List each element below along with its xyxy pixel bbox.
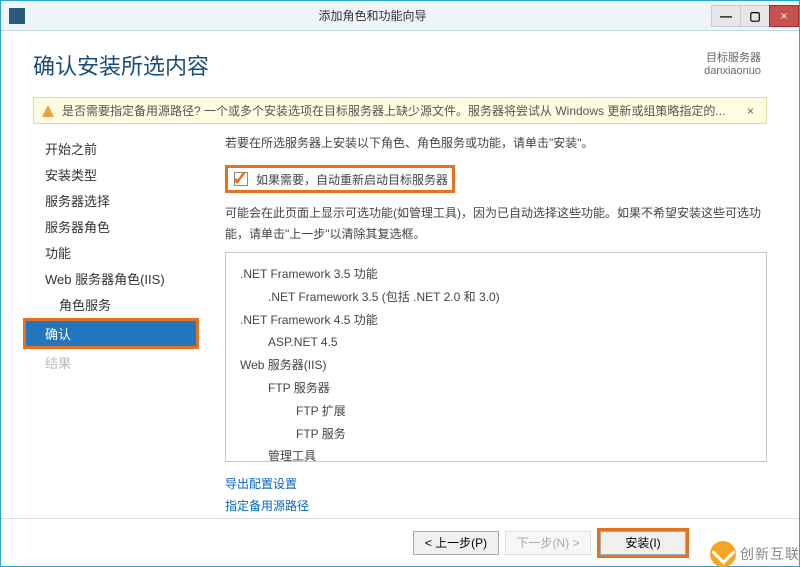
sidebar-item-features[interactable]: 功能 <box>23 240 199 265</box>
feature-item: .NET Framework 4.5 功能 <box>240 309 752 332</box>
wizard-window: 添加角色和功能向导 — ▢ × 确认安装所选内容 目标服务器 danxiaonu… <box>0 0 800 567</box>
install-button-highlight: 安装(I) <box>597 528 689 558</box>
warning-text: 是否需要指定备用源路径? 一个或多个安装选项在目标服务器上缺少源文件。服务器将尝… <box>62 102 743 119</box>
titlebar-buttons: — ▢ × <box>712 5 799 27</box>
sidebar-item-before-begin[interactable]: 开始之前 <box>23 136 199 161</box>
checkbox-checked-icon <box>232 170 250 188</box>
page-title: 确认安装所选内容 <box>33 49 209 81</box>
wizard-header: 确认安装所选内容 目标服务器 danxiaonuo <box>23 31 777 91</box>
main-panel: 若要在所选服务器上安装以下角色、角色服务或功能，请单击"安装"。 如果需要，自动… <box>199 134 767 518</box>
target-server-label: 目标服务器 <box>704 49 761 65</box>
maximize-button[interactable]: ▢ <box>740 5 770 27</box>
content-area: 确认安装所选内容 目标服务器 danxiaonuo 是否需要指定备用源路径? 一… <box>1 31 799 518</box>
titlebar: 添加角色和功能向导 — ▢ × <box>1 1 799 31</box>
close-button[interactable]: × <box>769 5 799 27</box>
features-listbox[interactable]: .NET Framework 3.5 功能 .NET Framework 3.5… <box>225 252 767 462</box>
sidebar-item-install-type[interactable]: 安装类型 <box>23 162 199 187</box>
target-server-info: 目标服务器 danxiaonuo <box>704 49 767 77</box>
sidebar-item-server-roles[interactable]: 服务器角色 <box>23 214 199 239</box>
minimize-button[interactable]: — <box>711 5 741 27</box>
export-config-link[interactable]: 导出配置设置 <box>225 474 767 496</box>
sidebar-item-results: 结果 <box>23 350 199 375</box>
sidebar-item-role-services[interactable]: 角色服务 <box>23 292 199 317</box>
sidebar-item-iis[interactable]: Web 服务器角色(IIS) <box>23 266 199 291</box>
warning-icon <box>42 105 54 117</box>
feature-item: .NET Framework 3.5 (包括 .NET 2.0 和 3.0) <box>240 286 752 309</box>
wizard-footer: < 上一步(P) 下一步(N) > 安装(I) 取消 <box>1 518 799 566</box>
feature-item: FTP 扩展 <box>240 400 752 423</box>
install-button[interactable]: 安装(I) <box>600 531 686 555</box>
instruction-text: 若要在所选服务器上安装以下角色、角色服务或功能，请单击"安装"。 <box>225 134 767 153</box>
feature-item: ASP.NET 4.5 <box>240 331 752 354</box>
warning-bar: 是否需要指定备用源路径? 一个或多个安装选项在目标服务器上缺少源文件。服务器将尝… <box>33 97 767 124</box>
feature-item: .NET Framework 3.5 功能 <box>240 263 752 286</box>
app-icon <box>9 8 25 24</box>
wizard-sidebar: 开始之前 安装类型 服务器选择 服务器角色 功能 Web 服务器角色(IIS) … <box>23 134 199 518</box>
previous-button[interactable]: < 上一步(P) <box>413 531 499 555</box>
sidebar-item-server-select[interactable]: 服务器选择 <box>23 188 199 213</box>
window-title: 添加角色和功能向导 <box>33 7 712 24</box>
feature-item: FTP 服务器 <box>240 377 752 400</box>
next-button: 下一步(N) > <box>505 531 591 555</box>
feature-item: FTP 服务 <box>240 423 752 446</box>
restart-checkbox-label: 如果需要，自动重新启动目标服务器 <box>256 171 448 188</box>
warning-close-button[interactable]: × <box>743 104 758 118</box>
target-server-value: danxiaonuo <box>704 65 761 77</box>
restart-checkbox-row[interactable]: 如果需要，自动重新启动目标服务器 <box>225 165 455 193</box>
wizard-body: 开始之前 安装类型 服务器选择 服务器角色 功能 Web 服务器角色(IIS) … <box>23 134 777 518</box>
links-area: 导出配置设置 指定备用源路径 <box>225 474 767 517</box>
sidebar-item-confirm[interactable]: 确认 <box>23 318 199 349</box>
feature-item: 管理工具 <box>240 445 752 462</box>
alt-source-link[interactable]: 指定备用源路径 <box>225 496 767 518</box>
feature-item: Web 服务器(IIS) <box>240 354 752 377</box>
note-text: 可能会在此页面上显示可选功能(如管理工具)，因为已自动选择这些功能。如果不希望安… <box>225 203 767 244</box>
